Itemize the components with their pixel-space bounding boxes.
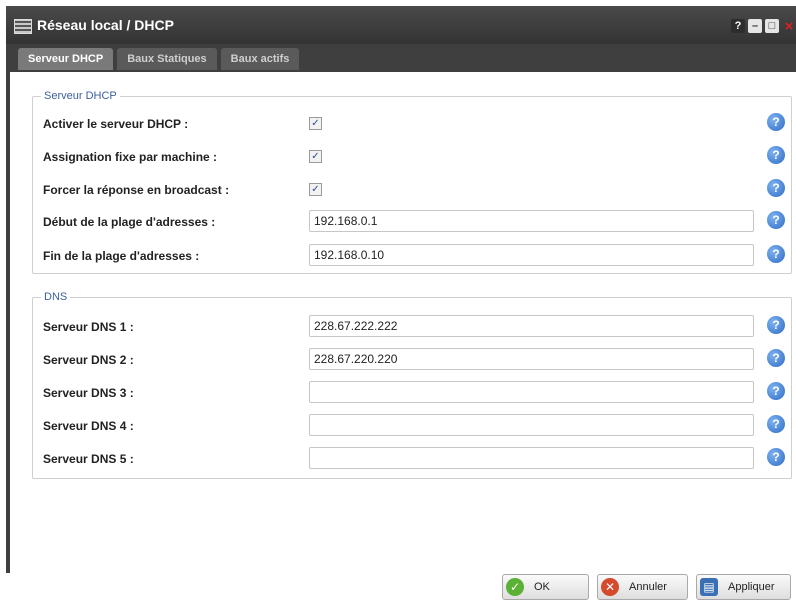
dns-5-input[interactable] — [309, 447, 754, 469]
row-dns-1: Serveur DNS 1 : ? — [43, 315, 791, 339]
row-dns-3: Serveur DNS 3 : ? — [43, 381, 791, 405]
activer-dhcp-checkbox[interactable]: ✓ — [309, 117, 322, 130]
help-icon[interactable]: ? — [767, 349, 785, 367]
row-debut-plage: Début de la plage d'adresses : ? — [43, 210, 791, 234]
row-dns-5: Serveur DNS 5 : ? — [43, 447, 791, 471]
dns-1-input[interactable] — [309, 315, 754, 337]
tab-content: Serveur DHCP Activer le serveur DHCP : ✓… — [6, 72, 796, 600]
label-activer-dhcp: Activer le serveur DHCP : — [43, 117, 189, 131]
tab-baux-statiques[interactable]: Baux Statiques — [117, 48, 217, 70]
fin-plage-input[interactable] — [309, 244, 754, 266]
help-icon[interactable]: ? — [767, 316, 785, 334]
tab-bar: Serveur DHCP Baux Statiques Baux actifs — [18, 48, 300, 70]
debut-plage-input[interactable] — [309, 210, 754, 232]
dns-2-input[interactable] — [309, 348, 754, 370]
dns-legend: DNS — [44, 291, 68, 303]
label-dns-5: Serveur DNS 5 : — [43, 452, 134, 466]
row-forcer-broadcast: Forcer la réponse en broadcast : ✓ ? — [43, 178, 791, 202]
help-button[interactable]: ? — [731, 19, 745, 33]
dhcp-server-group: Serveur DHCP Activer le serveur DHCP : ✓… — [32, 90, 792, 274]
window-controls: ? – □ × — [731, 18, 796, 35]
title-bar[interactable]: Réseau local / DHCP ? – □ × — [6, 6, 796, 44]
apply-button[interactable]: ▤ Appliquer — [696, 574, 791, 600]
label-forcer-broadcast: Forcer la réponse en broadcast : — [43, 183, 230, 197]
help-icon[interactable]: ? — [767, 382, 785, 400]
maximize-icon[interactable]: □ — [765, 19, 779, 33]
label-fin-plage: Fin de la plage d'adresses : — [43, 249, 200, 263]
ok-button[interactable]: ✓ OK — [502, 574, 589, 600]
row-dns-2: Serveur DNS 2 : ? — [43, 348, 791, 372]
dhcp-window: Réseau local / DHCP ? – □ × Serveur DHCP… — [6, 6, 796, 600]
tab-serveur-dhcp[interactable]: Serveur DHCP — [18, 48, 114, 70]
help-icon[interactable]: ? — [767, 211, 785, 229]
label-dns-2: Serveur DNS 2 : — [43, 353, 134, 367]
help-icon[interactable]: ? — [767, 415, 785, 433]
ok-check-icon: ✓ — [506, 578, 524, 596]
cancel-button-label: Annuler — [629, 581, 667, 593]
apply-button-label: Appliquer — [728, 581, 775, 593]
dhcp-server-legend: Serveur DHCP — [44, 90, 117, 102]
dns-3-input[interactable] — [309, 381, 754, 403]
assignation-fixe-checkbox[interactable]: ✓ — [309, 150, 322, 163]
label-debut-plage: Début de la plage d'adresses : — [43, 215, 216, 229]
row-assignation-fixe: Assignation fixe par machine : ✓ ? — [43, 145, 791, 169]
row-activer-dhcp: Activer le serveur DHCP : ✓ ? — [43, 112, 791, 136]
row-dns-4: Serveur DNS 4 : ? — [43, 414, 791, 438]
forcer-broadcast-checkbox[interactable]: ✓ — [309, 183, 322, 196]
tab-baux-actifs[interactable]: Baux actifs — [220, 48, 300, 70]
cancel-x-icon: ✕ — [601, 578, 619, 596]
label-dns-3: Serveur DNS 3 : — [43, 386, 134, 400]
dns-4-input[interactable] — [309, 414, 754, 436]
row-fin-plage: Fin de la plage d'adresses : ? — [43, 244, 791, 268]
network-grid-icon — [14, 19, 32, 34]
save-disk-icon: ▤ — [700, 578, 718, 596]
ok-button-label: OK — [534, 581, 550, 593]
help-icon[interactable]: ? — [767, 448, 785, 466]
label-assignation-fixe: Assignation fixe par machine : — [43, 150, 218, 164]
help-icon[interactable]: ? — [767, 113, 785, 131]
label-dns-4: Serveur DNS 4 : — [43, 419, 134, 433]
cancel-button[interactable]: ✕ Annuler — [597, 574, 688, 600]
minimize-icon[interactable]: – — [748, 19, 762, 33]
dns-group: DNS Serveur DNS 1 : ? Serveur DNS 2 : ? … — [32, 291, 792, 479]
help-icon[interactable]: ? — [767, 245, 785, 263]
help-icon[interactable]: ? — [767, 146, 785, 164]
window-title: Réseau local / DHCP — [37, 17, 174, 33]
label-dns-1: Serveur DNS 1 : — [43, 320, 134, 334]
close-icon[interactable]: × — [782, 18, 796, 35]
help-icon[interactable]: ? — [767, 179, 785, 197]
